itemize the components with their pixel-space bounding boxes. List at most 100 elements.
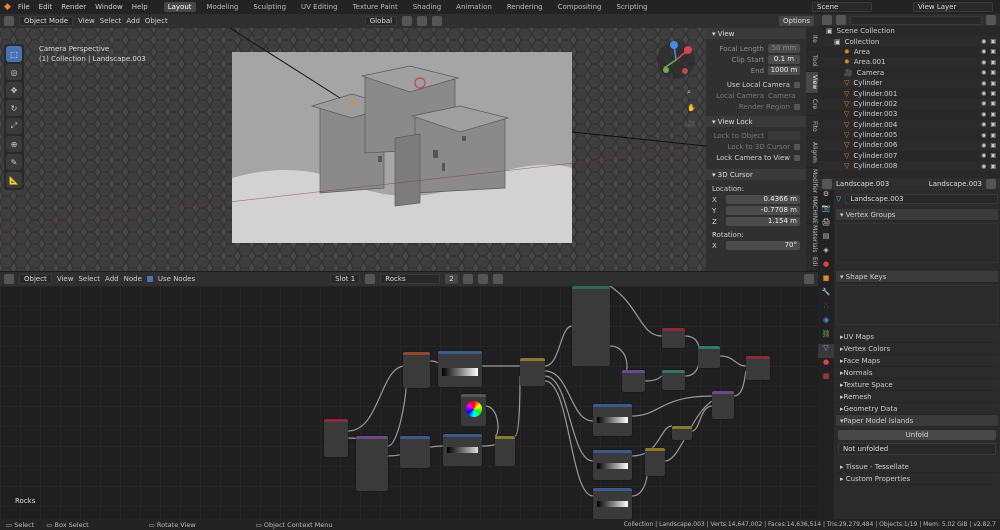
visibility-eye-icon[interactable]: ◉ <box>981 48 986 55</box>
outliner-item[interactable]: ▣ Collection ◉ ▣ <box>818 36 1000 47</box>
color-ramp-node-1[interactable] <box>438 351 482 387</box>
tab-texture-paint[interactable]: Texture Paint <box>349 2 402 12</box>
camera-render-icon[interactable]: ▣ <box>990 142 996 149</box>
slot-dropdown[interactable]: Slot 1 <box>330 274 361 284</box>
property-section-header[interactable]: ▸ Geometry Data <box>836 403 998 415</box>
shader-node-red[interactable] <box>662 328 685 348</box>
viewport-menu-select[interactable]: Select <box>100 17 122 25</box>
snap-icon[interactable] <box>417 16 428 26</box>
visibility-eye-icon[interactable]: ◉ <box>981 100 986 107</box>
blender-logo-icon[interactable]: ◆ <box>4 2 11 12</box>
modifier-tab-icon[interactable]: 🔧 <box>818 288 834 302</box>
tab-shading[interactable]: Shading <box>409 2 445 12</box>
options-button[interactable]: Options <box>778 16 814 26</box>
viewport-menu-add[interactable]: Add <box>126 17 140 25</box>
outliner-item[interactable]: ▽ Cylinder.003 ◉ ▣ <box>818 109 1000 119</box>
tissue-tessellate-header[interactable]: ▸ Tissue - Tessellate <box>836 461 998 473</box>
node-menu-node[interactable]: Node <box>124 275 142 283</box>
lock-camera-to-view-checkbox[interactable] <box>794 154 800 161</box>
property-section-header[interactable]: ▸ Texture Space <box>836 379 998 391</box>
sidebar-tab-materials[interactable]: Materials <box>806 224 818 254</box>
material-name-field[interactable]: Rocks <box>380 274 441 284</box>
zoom-icon[interactable]: ⌕ <box>687 88 697 104</box>
mix-node-1[interactable] <box>495 436 515 466</box>
mesh-data-tab-icon[interactable]: ▽ <box>818 344 834 358</box>
property-section-header[interactable]: ▸ Face Maps <box>836 355 998 367</box>
viewport-menu-object[interactable]: Object <box>145 17 168 25</box>
visibility-eye-icon[interactable]: ◉ <box>981 152 986 159</box>
sidebar-tab-alignment[interactable]: Alignm <box>806 138 818 168</box>
scene-tab-icon[interactable]: ◈ <box>818 246 834 260</box>
outliner-item[interactable]: ▽ Cylinder.007 ◉ ▣ <box>818 151 1000 161</box>
property-section-header[interactable]: ▸ UV Maps <box>836 331 998 343</box>
menu-render[interactable]: Render <box>61 3 86 11</box>
tab-layout[interactable]: Layout <box>163 2 196 12</box>
outliner-item[interactable]: ✹ Area ◉ ▣ <box>818 47 1000 57</box>
lock-3d-cursor-checkbox[interactable] <box>794 143 800 150</box>
texture-node-1[interactable] <box>593 404 632 436</box>
camera-render-icon[interactable]: ▣ <box>990 38 996 45</box>
cursor-x-field[interactable]: 0.4366 m <box>726 195 800 204</box>
navigation-gizmo[interactable] <box>654 38 698 84</box>
view-section-header[interactable]: ▾ View <box>706 28 806 39</box>
outliner-search-input[interactable] <box>850 15 982 25</box>
new-material-icon[interactable] <box>477 274 488 284</box>
pin-icon[interactable] <box>804 274 814 284</box>
view-lock-header[interactable]: ▾ View Lock <box>706 116 806 127</box>
transform-orientation-dropdown[interactable]: Global <box>364 16 398 26</box>
camera-view-icon[interactable]: 🎥 <box>687 120 697 136</box>
visibility-eye-icon[interactable]: ◉ <box>981 111 986 118</box>
camera-render-icon[interactable]: ▣ <box>990 90 996 97</box>
visibility-eye-icon[interactable]: ◉ <box>981 90 986 97</box>
use-nodes-checkbox[interactable] <box>146 276 153 282</box>
menu-help[interactable]: Help <box>132 3 148 11</box>
scene-selector[interactable]: Scene <box>812 2 872 12</box>
cursor-tool-icon[interactable]: ◎ <box>6 64 22 80</box>
camera-render-icon[interactable]: ▣ <box>990 132 996 139</box>
shader-type-dropdown[interactable]: Object <box>19 274 52 284</box>
node-editor[interactable]: Rocks <box>0 286 818 519</box>
sidebar-tab-machine[interactable]: MACHINE <box>806 196 818 224</box>
object-tab-icon[interactable]: ■ <box>818 274 834 288</box>
mesh-data-name-field[interactable]: Landscape.003 <box>845 194 998 204</box>
visibility-eye-icon[interactable]: ◉ <box>981 80 986 87</box>
tab-scripting[interactable]: Scripting <box>613 2 652 12</box>
outliner-type-icon[interactable] <box>822 15 832 25</box>
editor-type-icon[interactable] <box>4 16 14 26</box>
annotate-tool-icon[interactable]: ✎ <box>6 154 22 170</box>
tab-animation[interactable]: Animation <box>452 2 496 12</box>
mix-node-4[interactable] <box>712 391 734 419</box>
mix-node-2[interactable] <box>520 358 545 386</box>
menu-window[interactable]: Window <box>95 3 123 11</box>
noise-texture-node[interactable] <box>403 352 430 388</box>
material-users-count[interactable]: 2 <box>445 274 458 284</box>
property-section-header[interactable]: ▸ Vertex Colors <box>836 343 998 355</box>
constraints-tab-icon[interactable]: ⛓ <box>818 330 834 344</box>
outliner-item[interactable]: ▽ Cylinder ◉ ▣ <box>818 77 1000 89</box>
bump-node[interactable] <box>622 370 645 392</box>
sidebar-tab-modifier[interactable]: Modifier <box>806 168 818 196</box>
vertex-groups-header[interactable]: ▾ Vertex Groups <box>836 209 998 221</box>
shader-node-teal[interactable] <box>662 370 685 390</box>
color-picker-node[interactable] <box>461 394 486 426</box>
viewport-menu-view[interactable]: View <box>78 17 95 25</box>
rotation-x-field[interactable]: 70° <box>726 241 800 250</box>
view-layer-selector[interactable]: View Layer <box>913 2 993 12</box>
node-menu-select[interactable]: Select <box>78 275 100 283</box>
shape-keys-list[interactable] <box>836 285 998 325</box>
select-box-tool-icon[interactable]: ⬚ <box>6 46 22 62</box>
cursor-z-field[interactable]: 1.154 m <box>726 217 800 226</box>
local-camera-field[interactable]: Camera <box>768 92 800 100</box>
visibility-eye-icon[interactable]: ◉ <box>981 38 986 45</box>
camera-render-icon[interactable]: ▣ <box>990 59 996 66</box>
rotate-tool-icon[interactable]: ↻ <box>6 100 22 116</box>
render-tab-icon[interactable]: 📷 <box>818 204 834 218</box>
shape-keys-header[interactable]: ▾ Shape Keys <box>836 271 998 283</box>
node-editor-type-icon[interactable] <box>4 274 14 284</box>
properties-type-icon[interactable] <box>822 179 832 189</box>
sidebar-tab-edit[interactable]: Edi <box>806 254 818 271</box>
menu-edit[interactable]: Edit <box>39 3 53 11</box>
visibility-eye-icon[interactable]: ◉ <box>981 121 986 128</box>
particles-tab-icon[interactable]: ∴ <box>818 302 834 316</box>
mix-node-3[interactable] <box>645 448 665 476</box>
